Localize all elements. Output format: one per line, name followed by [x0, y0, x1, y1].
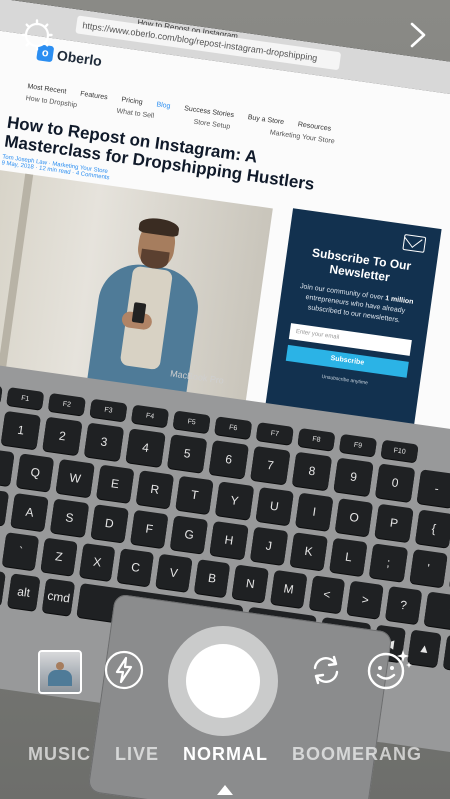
keyboard-key: ` [2, 532, 40, 571]
flip-camera-icon[interactable] [306, 650, 346, 690]
keyboard-key: F [129, 509, 169, 549]
keyboard-key: N [231, 564, 269, 603]
keyboard-key: ⇥ [0, 444, 15, 487]
keyboard-key: G [169, 515, 209, 554]
keyboard-key: 5 [167, 434, 208, 473]
newsletter-text: Join our community of over 1 million ent… [299, 283, 414, 325]
keyboard-key: F5 [172, 410, 211, 434]
keyboard-key: - [416, 469, 450, 508]
mode-boomerang[interactable]: BOOMERANG [292, 744, 422, 774]
keyboard-key: F7 [255, 422, 294, 445]
chevron-right-icon[interactable] [406, 18, 430, 52]
keyboard-key: 9 [333, 457, 374, 497]
keyboard-key: F2 [47, 392, 86, 416]
keyboard-key: alt [6, 573, 41, 612]
gallery-thumbnail[interactable] [38, 650, 82, 694]
flash-icon[interactable] [104, 650, 144, 690]
keyboard-key: 7 [250, 445, 291, 485]
keyboard-key: Z [40, 537, 78, 576]
window-frame [0, 173, 34, 373]
logo-text: Oberlo [55, 47, 103, 70]
keyboard-key: T [175, 475, 215, 515]
nav-most-recent: Most Recent [26, 82, 67, 96]
mode-normal[interactable]: NORMAL [183, 744, 268, 774]
keyboard-key: 4 [125, 428, 166, 468]
keyboard-key: W [55, 458, 95, 498]
nav-buy-a-store: Buy a Store [247, 113, 285, 126]
keyboard-key: 6 [208, 440, 249, 479]
keyboard-key: F10 [380, 439, 419, 463]
keyboard-key: U [255, 486, 294, 526]
keyboard-key: Y [215, 481, 254, 520]
keyboard-key: X [78, 542, 116, 582]
keyboard-key: H [209, 520, 249, 560]
keyboard-key: L [329, 537, 368, 577]
keyboard-key: K [289, 532, 329, 571]
mode-music[interactable]: MUSIC [28, 744, 91, 774]
keyboard-key: F1 [6, 387, 45, 410]
camera-controls [0, 612, 450, 736]
keyboard-key: P [374, 503, 414, 543]
keyboard-key: < [308, 575, 346, 614]
keyboard-key: ctrl [0, 568, 6, 607]
keyboard-key: E [95, 464, 135, 503]
keyboard-key: cmd [41, 578, 76, 616]
keyboard-key: J [249, 526, 289, 566]
shutter-button[interactable] [168, 626, 278, 736]
keyboard-key: D [90, 504, 129, 543]
nav-resources: Resources [297, 120, 332, 133]
nav-features: Features [79, 90, 109, 101]
camera-mode-selector: MUSIC LIVE NORMAL BOOMERANG [0, 744, 450, 774]
keyboard-key: R [135, 470, 175, 509]
keyboard-key: C [117, 548, 155, 587]
keyboard-key: ⇪ [0, 484, 10, 526]
settings-icon[interactable] [20, 18, 54, 52]
keyboard-key: 2 [42, 416, 83, 456]
keyboard-key: B [193, 559, 231, 598]
keyboard-key: 8 [291, 451, 333, 491]
keyboard-key: ⇧ [0, 523, 1, 566]
keyboard-key: I [294, 492, 334, 532]
mode-live[interactable]: LIVE [115, 744, 159, 774]
keyboard-key: ' [408, 548, 448, 588]
keyboard-key: F9 [338, 433, 378, 457]
nav-success-stories: Success Stories [183, 104, 235, 119]
nav-blog: Blog [156, 100, 171, 110]
shutter-button-inner[interactable] [186, 644, 260, 718]
nav-pricing: Pricing [120, 95, 144, 106]
keyboard-key: F6 [214, 416, 253, 440]
keyboard-key: 3 [83, 422, 125, 462]
keyboard-key: 1 [0, 410, 42, 450]
keyboard-key: ; [369, 543, 408, 582]
keyboard-key: O [334, 498, 374, 537]
keyboard-key: M [270, 569, 308, 609]
keyboard-key: A [10, 492, 50, 532]
keyboard-key: F3 [89, 398, 128, 422]
keyboard-key: { [414, 509, 450, 548]
keyboard-key: F4 [130, 404, 170, 428]
keyboard-key: 0 [374, 463, 416, 503]
keyboard-key: esc [0, 381, 3, 405]
keyboard-key: Q [15, 453, 55, 492]
keyboard-key: F8 [297, 427, 336, 451]
mail-icon [402, 234, 427, 253]
keyboard-key: V [155, 553, 193, 592]
keyboard-key: S [50, 498, 89, 538]
face-filter-icon[interactable] [366, 646, 412, 692]
